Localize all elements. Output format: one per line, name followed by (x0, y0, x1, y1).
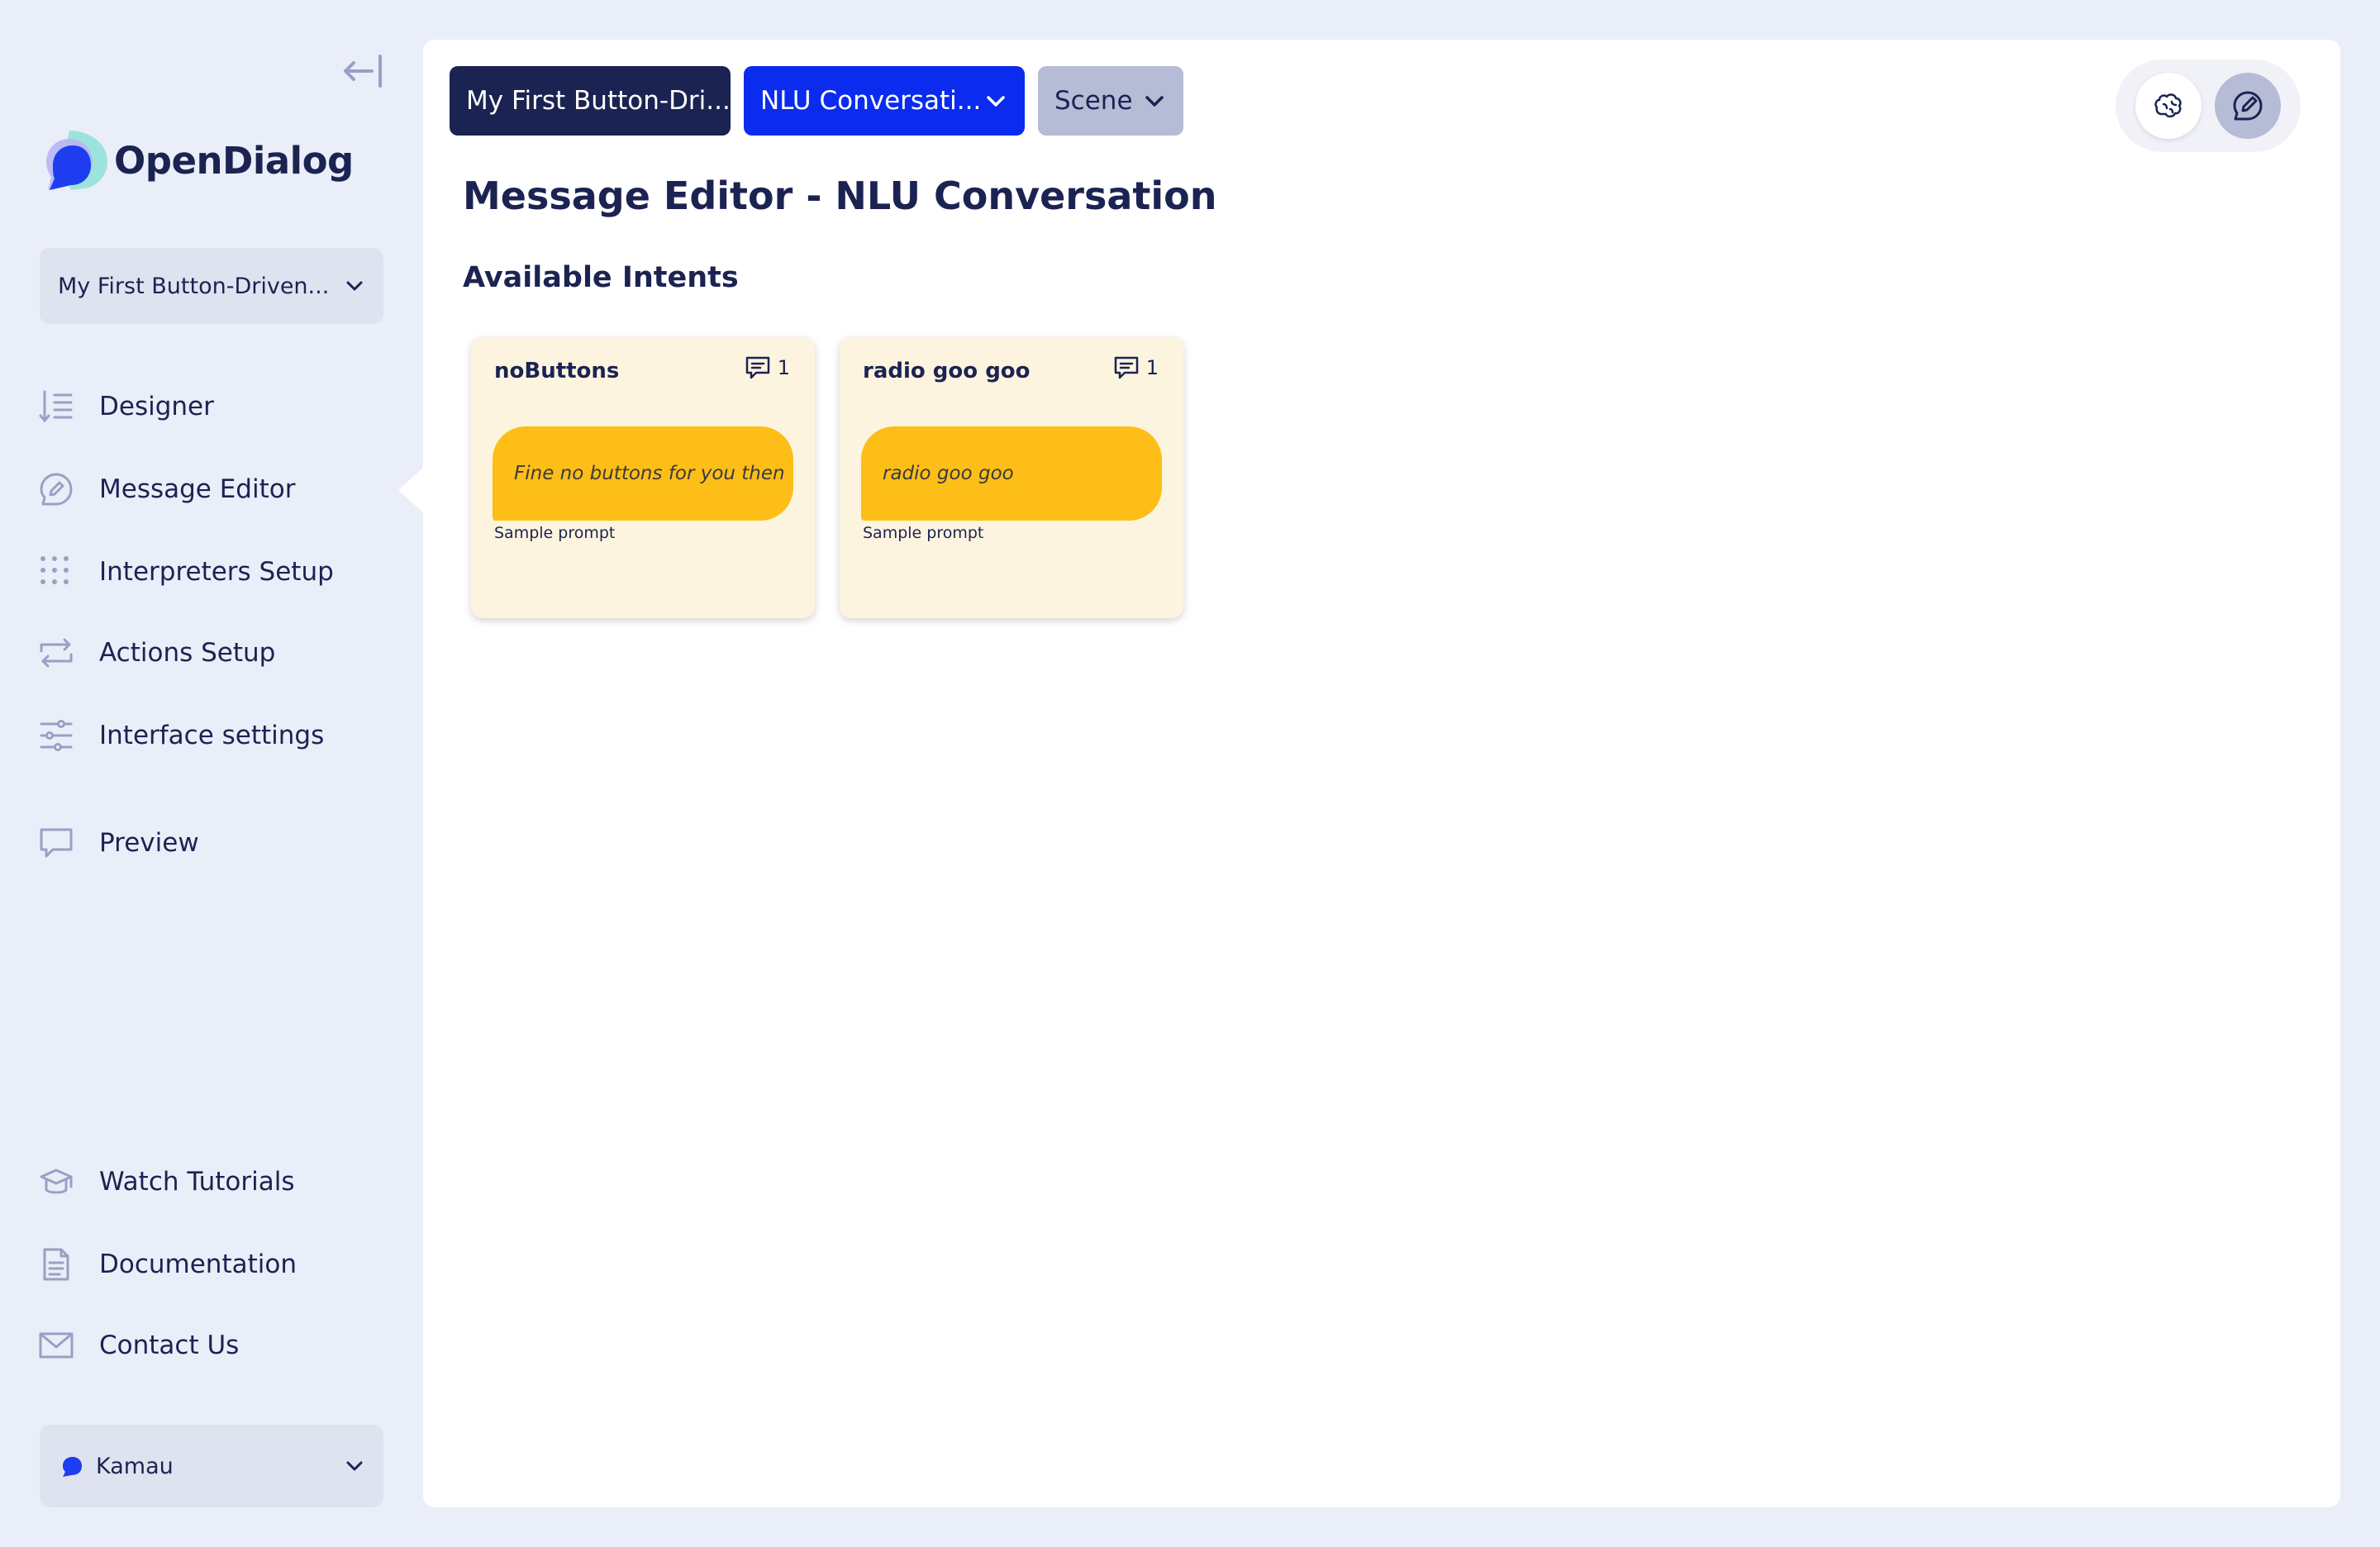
message-caption: Sample prompt (863, 524, 984, 542)
collapse-sidebar-icon[interactable] (340, 51, 387, 91)
user-menu-select[interactable]: Kamau (40, 1425, 383, 1507)
chevron-down-icon (1145, 96, 1164, 107)
main-panel: My First Button-Dri... NLU Conversati...… (423, 40, 2340, 1507)
message-count-value: 1 (1145, 356, 1159, 379)
nav-interface-settings[interactable]: Interface settings (38, 712, 324, 759)
brain-icon[interactable] (2135, 73, 2202, 139)
nav-designer[interactable]: Designer (38, 383, 214, 430)
nav-label: Watch Tutorials (99, 1167, 295, 1197)
user-avatar-icon (63, 1457, 82, 1477)
scenario-select[interactable]: My First Button-Driven... (40, 248, 383, 324)
nav-label: Message Editor (99, 474, 296, 504)
user-name: Kamau (96, 1453, 174, 1479)
breadcrumb-scene[interactable]: Scene (1038, 66, 1183, 136)
graduation-cap-icon (38, 1164, 74, 1200)
designer-icon (38, 388, 74, 425)
nav-label: Interface settings (99, 721, 325, 750)
nav-label: Actions Setup (99, 638, 276, 668)
sliders-icon (38, 717, 74, 754)
document-icon (38, 1246, 74, 1283)
intent-name: radio goo goo (863, 359, 1031, 383)
mail-icon (38, 1327, 74, 1364)
breadcrumb-label: My First Button-Dri... (466, 86, 731, 116)
nav-label: Designer (99, 392, 214, 421)
message-text: Fine no buttons for you then (514, 463, 785, 484)
message-count: 1 (745, 355, 790, 380)
scenario-select-value: My First Button-Driven... (58, 273, 330, 299)
chevron-down-icon (346, 281, 363, 291)
message-count-value: 1 (777, 356, 790, 379)
breadcrumb-label: NLU Conversati... (760, 86, 982, 116)
message-count: 1 (1113, 355, 1159, 380)
nav-label: Interpreters Setup (99, 557, 334, 587)
chat-edit-icon[interactable] (2215, 73, 2281, 139)
view-mode-toggle (2116, 60, 2301, 152)
intent-name: noButtons (494, 359, 620, 383)
opendialog-logo-icon (46, 131, 107, 190)
nav-watch-tutorials[interactable]: Watch Tutorials (38, 1159, 294, 1205)
actions-icon (38, 635, 74, 671)
nav-label: Documentation (99, 1250, 297, 1279)
sidebar: OpenDialog My First Button-Driven... Des… (0, 0, 423, 1547)
message-bubble: radio goo goo (861, 426, 1162, 521)
breadcrumb-conversation[interactable]: NLU Conversati... (744, 66, 1025, 136)
interpreters-icon (38, 554, 74, 590)
chevron-down-icon (987, 96, 1005, 107)
nav-preview[interactable]: Preview (38, 820, 199, 866)
page-title: Message Editor - NLU Conversation (463, 174, 1217, 218)
message-editor-icon (38, 471, 74, 507)
section-title: Available Intents (463, 261, 739, 294)
nav-message-editor[interactable]: Message Editor (38, 466, 295, 512)
preview-icon (38, 825, 74, 861)
message-text: radio goo goo (883, 463, 1014, 484)
intent-card[interactable]: noButtons 1 Fine no buttons for you then… (471, 337, 815, 618)
nav-label: Contact Us (99, 1330, 240, 1360)
breadcrumb-scenario[interactable]: My First Button-Dri... (450, 66, 731, 136)
message-count-icon (1114, 356, 1138, 379)
message-caption: Sample prompt (494, 524, 616, 542)
message-count-icon (745, 356, 769, 379)
message-bubble: Fine no buttons for you then (493, 426, 793, 521)
intent-card[interactable]: radio goo goo 1 radio goo goo Sample pro… (840, 337, 1183, 618)
active-nav-indicator (398, 468, 423, 512)
nav-documentation[interactable]: Documentation (38, 1241, 297, 1288)
chevron-down-icon (346, 1461, 363, 1471)
nav-contact-us[interactable]: Contact Us (38, 1322, 239, 1368)
breadcrumb-label: Scene (1054, 86, 1133, 116)
brand-name: OpenDialog (114, 138, 354, 183)
logo[interactable]: OpenDialog (38, 124, 354, 197)
nav-interpreters-setup[interactable]: Interpreters Setup (38, 549, 334, 595)
nav-actions-setup[interactable]: Actions Setup (38, 630, 275, 676)
nav-label: Preview (99, 828, 199, 858)
